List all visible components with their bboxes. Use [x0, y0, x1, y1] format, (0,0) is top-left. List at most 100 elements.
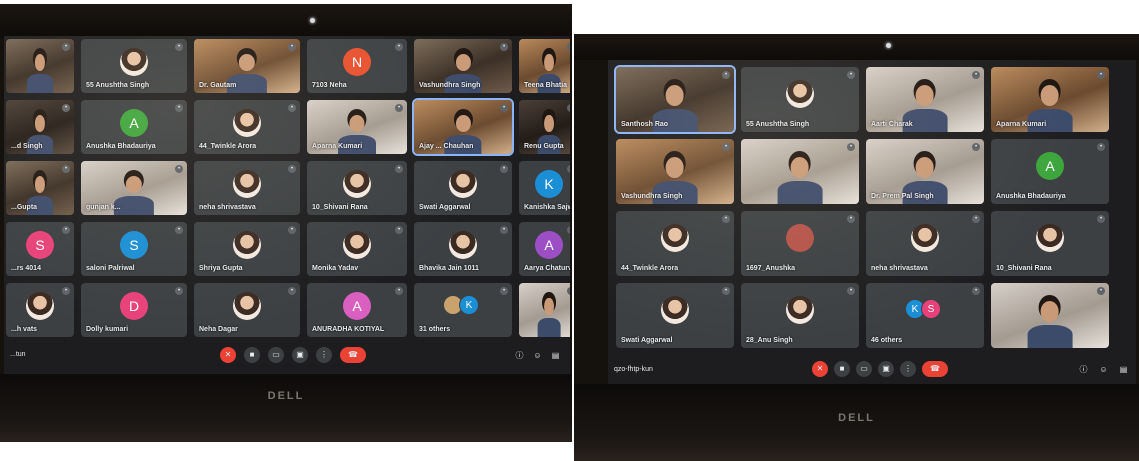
participant-tile[interactable]: • ...Gupta: [6, 161, 74, 215]
participant-tile[interactable]: K • 31 others: [414, 283, 512, 337]
profile-picture: [449, 169, 477, 198]
right-bottom-bezel: DELL: [574, 384, 1139, 461]
avatar-letter: S: [26, 230, 54, 259]
participant-tile[interactable]: • 28_Anu Singh: [741, 283, 859, 348]
participant-tile[interactable]: A • ANURADHA KOTIYAL: [307, 283, 407, 337]
meeting-code: qzo-fhtp-kun: [614, 366, 653, 373]
participant-tile[interactable]: • Bhavika Jain 1011: [414, 222, 512, 276]
info-icon[interactable]: ⓘ: [514, 350, 525, 361]
participant-tile[interactable]: • 1697_Anushka: [741, 211, 859, 276]
participant-tile[interactable]: • Ajay ... Chauhan: [412, 98, 514, 156]
left-laptop-photo: • • 55 Anushtha Singh • Dr. Gautam N • 7103 Neh…: [0, 4, 572, 442]
participant-tile[interactable]: S • saloni Palriwal: [81, 222, 187, 276]
participant-tile[interactable]: • 44_Twinkle Arora: [194, 100, 300, 154]
participant-name: 55 Anushtha Singh: [86, 82, 150, 89]
left-participant-grid: • • 55 Anushtha Singh • Dr. Gautam N • 7103 Neh…: [6, 39, 570, 341]
mic-muted-icon: •: [722, 215, 730, 223]
more-options-icon[interactable]: ⋮: [316, 347, 332, 363]
more-options-icon[interactable]: ⋮: [900, 361, 916, 377]
mic-muted-icon: •: [567, 226, 570, 234]
participant-tile[interactable]: • Monika Yadav: [307, 222, 407, 276]
mic-muted-icon: •: [500, 287, 508, 295]
leave-call-button[interactable]: ☎: [340, 347, 366, 363]
present-button[interactable]: ▣: [878, 361, 894, 377]
participant-tile[interactable]: S • ...rs 4014: [6, 222, 74, 276]
participant-tile[interactable]: •: [991, 283, 1109, 348]
profile-picture: [343, 169, 371, 198]
participant-tile[interactable]: A • Aarya Chaturvedi: [519, 222, 570, 276]
mic-muted-icon: •: [395, 226, 403, 234]
participant-tile[interactable]: • 10_Shivani Rana: [307, 161, 407, 215]
participant-tile[interactable]: • 55 Anushtha Singh: [81, 39, 187, 93]
profile-picture: [343, 230, 371, 259]
participant-tile[interactable]: • 10_Shivani Rana: [991, 211, 1109, 276]
mic-off-button[interactable]: ✕: [220, 347, 236, 363]
participant-tile[interactable]: • Vashundhra Singh: [414, 39, 512, 93]
mic-off-button[interactable]: ✕: [812, 361, 828, 377]
chat-icon[interactable]: ▤: [550, 350, 561, 361]
participant-tile[interactable]: •: [741, 139, 859, 204]
participant-tile[interactable]: • ...h vats: [6, 283, 74, 337]
participant-video: [519, 283, 570, 337]
participant-tile[interactable]: • neha shrivastava: [194, 161, 300, 215]
participant-tile[interactable]: K S • 46 others: [866, 283, 984, 348]
mic-muted-icon: •: [847, 143, 855, 151]
participant-tile[interactable]: • Swati Aggarwal: [414, 161, 512, 215]
mic-muted-icon: •: [722, 71, 730, 79]
participant-tile[interactable]: • Santhosh Rao: [614, 65, 736, 134]
mic-muted-icon: •: [847, 71, 855, 79]
leave-call-button[interactable]: ☎: [922, 361, 948, 377]
people-icon[interactable]: ☺: [1098, 364, 1109, 375]
participant-tile[interactable]: • Swati Aggarwal: [616, 283, 734, 348]
participant-tile[interactable]: • Neha Dagar: [194, 283, 300, 337]
participant-name: ...h vats: [11, 326, 38, 333]
participant-tile[interactable]: •: [519, 283, 570, 337]
participant-tile[interactable]: N • 7103 Neha: [307, 39, 407, 93]
participant-tile[interactable]: • Aparna Kumari: [991, 67, 1109, 132]
participant-tile[interactable]: • Renu Gupta: [519, 100, 570, 154]
participant-tile[interactable]: • Dr. Gautam: [194, 39, 300, 93]
mic-muted-icon: •: [722, 287, 730, 295]
participant-figure: [27, 53, 53, 94]
present-button[interactable]: ▣: [292, 347, 308, 363]
captions-button[interactable]: ▭: [856, 361, 872, 377]
camera-button[interactable]: ■: [834, 361, 850, 377]
profile-picture: [449, 230, 477, 259]
participant-tile[interactable]: • 44_Twinkle Arora: [616, 211, 734, 276]
participant-name: 55 Anushtha Singh: [746, 121, 810, 128]
dell-logo: DELL: [267, 390, 305, 402]
participant-tile[interactable]: • neha shrivastava: [866, 211, 984, 276]
participant-name: Vashundhra Singh: [621, 193, 683, 200]
mic-muted-icon: •: [567, 104, 570, 112]
mic-muted-icon: •: [567, 165, 570, 173]
participant-tile[interactable]: • Aparna Kumari: [307, 100, 407, 154]
info-icon[interactable]: ⓘ: [1078, 364, 1089, 375]
mic-muted-icon: •: [567, 287, 570, 295]
camera-button[interactable]: ■: [244, 347, 260, 363]
participant-name: 1697_Anushka: [746, 265, 796, 272]
right-control-bar: qzo-fhtp-kun ✕ ■ ▭ ▣ ⋮ ☎ ⓘ ☺ ▤: [608, 358, 1136, 380]
participant-name: 28_Anu Singh: [746, 337, 793, 344]
mic-muted-icon: •: [500, 43, 508, 51]
participant-tile[interactable]: • Aarti Charak: [866, 67, 984, 132]
participant-name: Renu Gupta: [524, 143, 564, 150]
participant-tile[interactable]: • Dr. Prem Pal Singh: [866, 139, 984, 204]
participant-tile[interactable]: • 55 Anushtha Singh: [741, 67, 859, 132]
participant-name: neha shrivastava: [199, 204, 256, 211]
participant-tile[interactable]: D • Dolly kumari: [81, 283, 187, 337]
left-top-bezel: [0, 4, 572, 38]
profile-picture: [26, 291, 54, 320]
participant-tile[interactable]: • ...d Singh: [6, 100, 74, 154]
participant-tile[interactable]: •: [6, 39, 74, 93]
people-icon[interactable]: ☺: [532, 350, 543, 361]
participant-tile[interactable]: K • Kanishka Sajwan: [519, 161, 570, 215]
captions-button[interactable]: ▭: [268, 347, 284, 363]
participant-tile[interactable]: • gunjan k...: [81, 161, 187, 215]
participant-tile[interactable]: • Teena Bhatia: [519, 39, 570, 93]
participant-tile[interactable]: A • Anushka Bhadauriya: [991, 139, 1109, 204]
chat-icon[interactable]: ▤: [1118, 364, 1129, 375]
participant-tile[interactable]: A • Anushka Bhadauriya: [81, 100, 187, 154]
participant-tile[interactable]: • Vashundhra Singh: [616, 139, 734, 204]
participant-tile[interactable]: • Shriya Gupta: [194, 222, 300, 276]
participant-name: Aparna Kumari: [312, 143, 363, 150]
